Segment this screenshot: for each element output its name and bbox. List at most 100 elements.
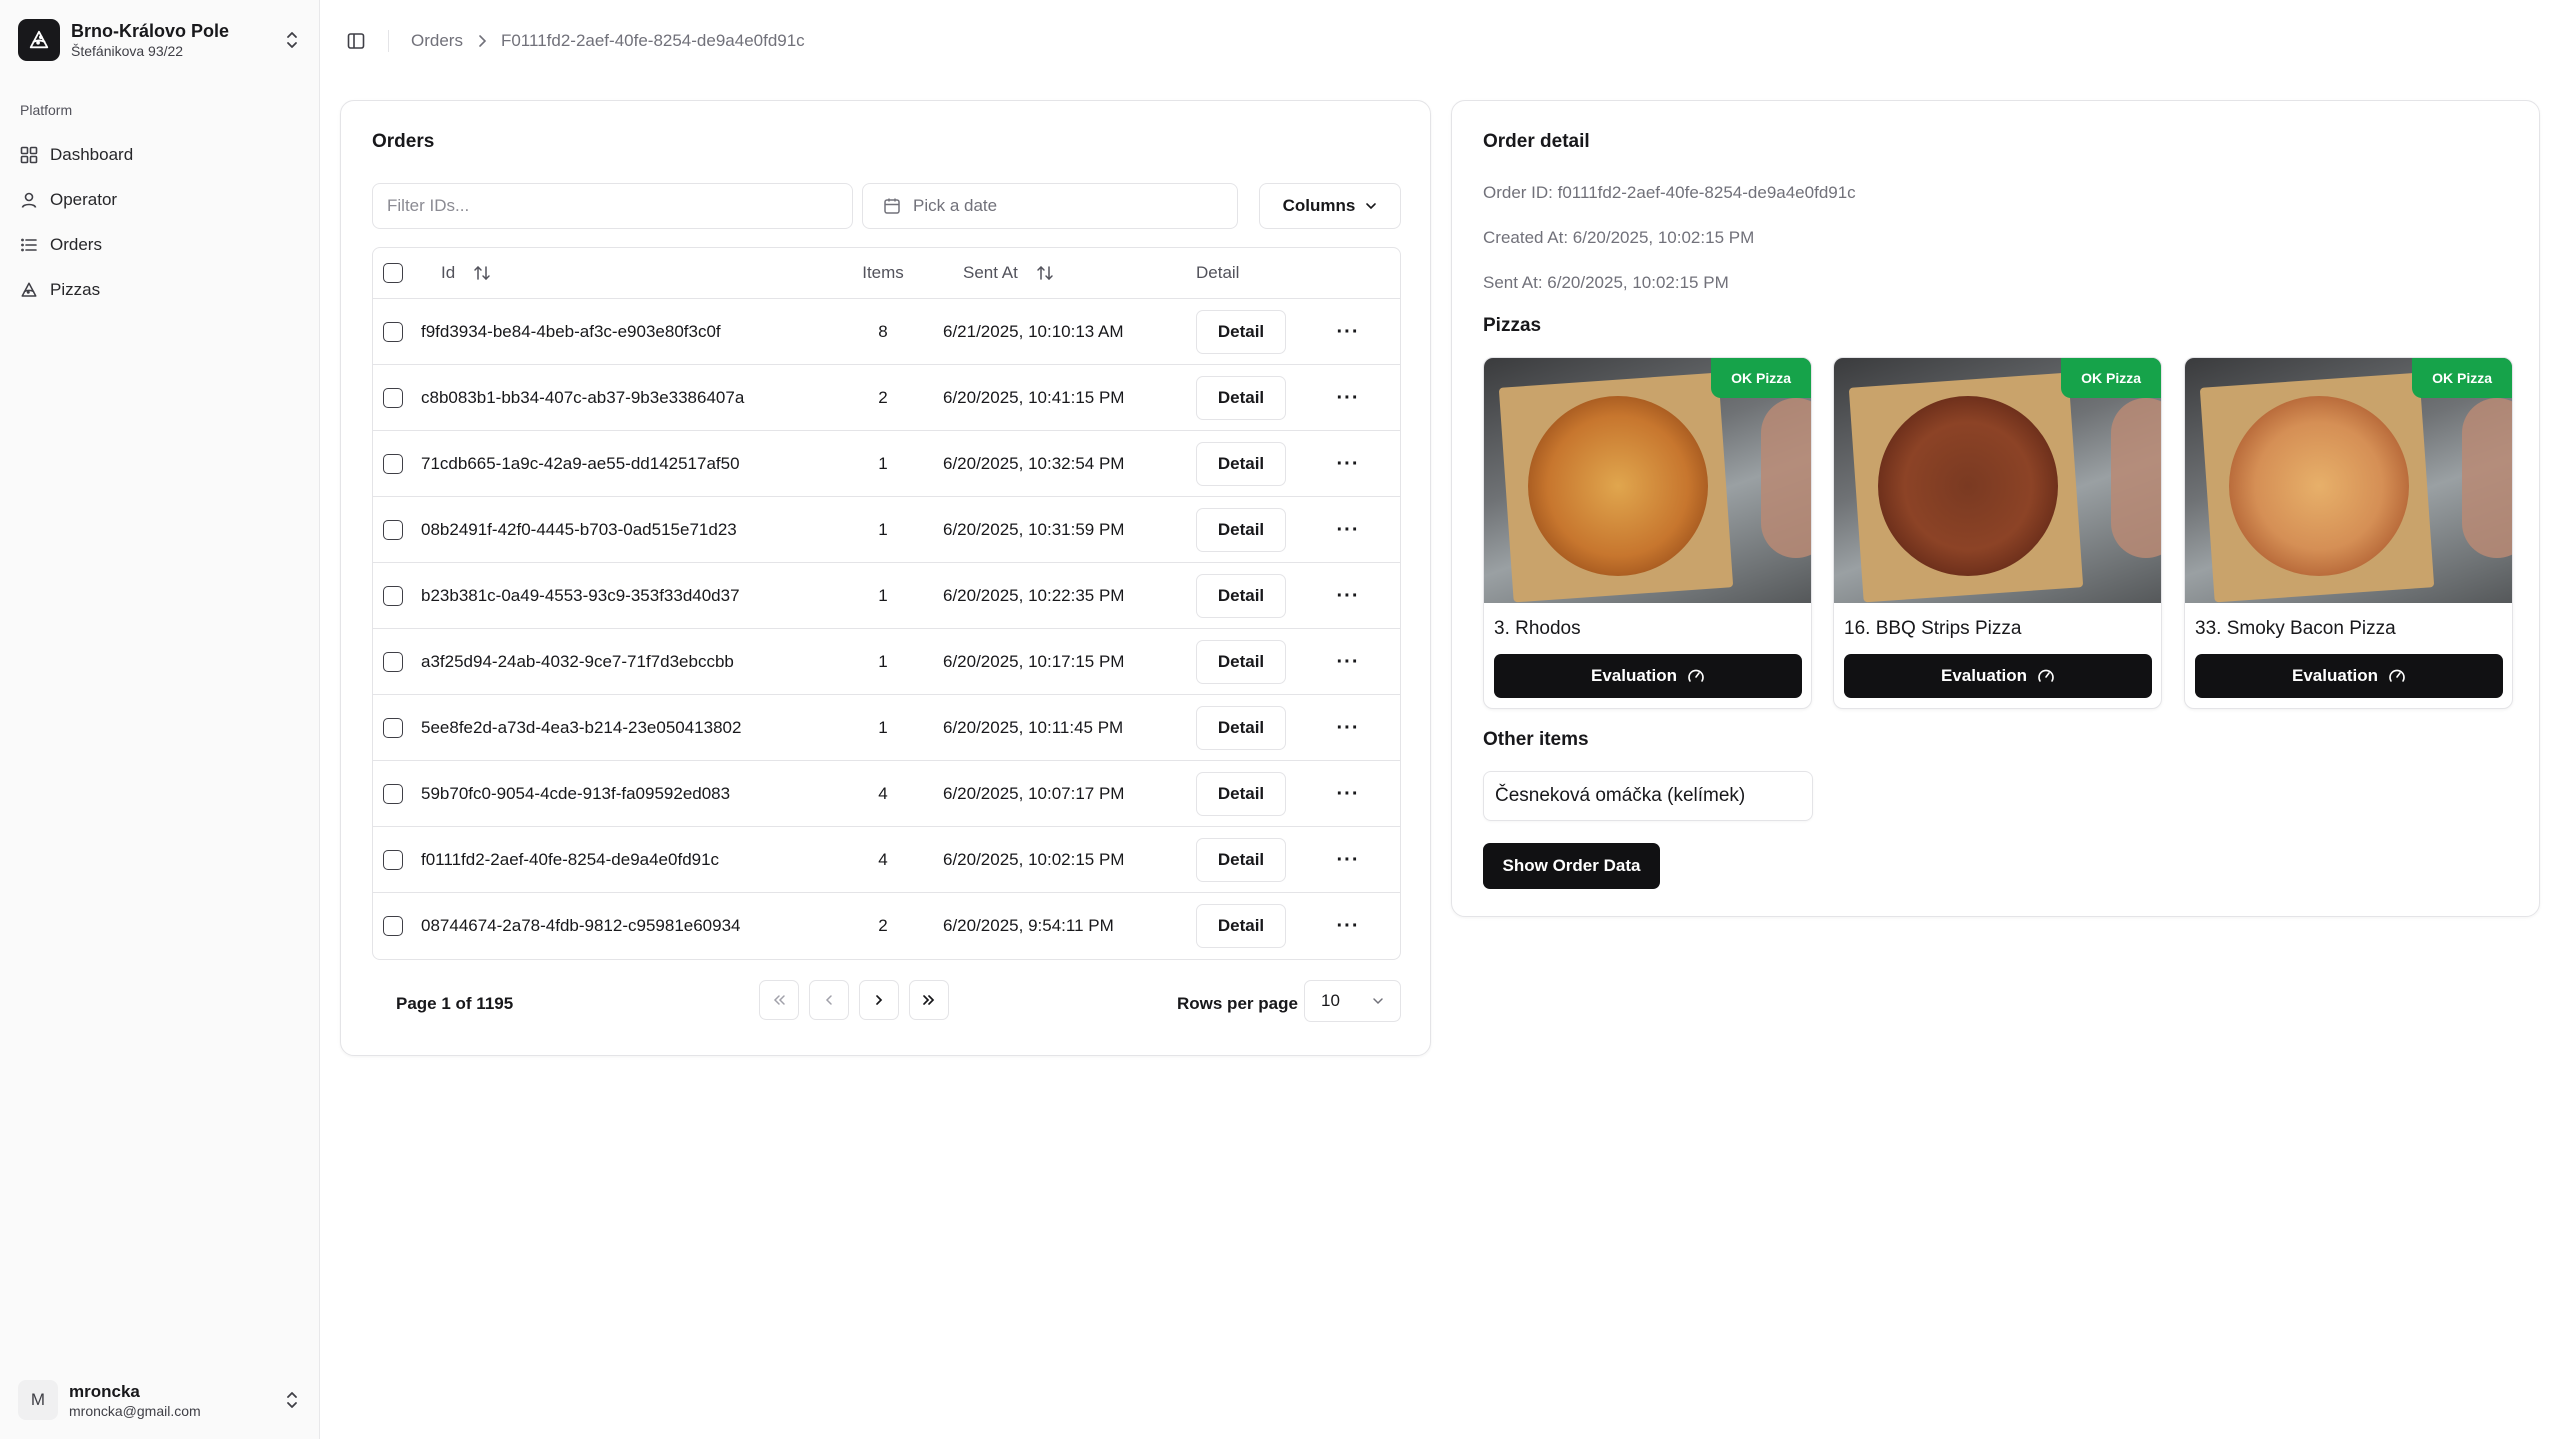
detail-button[interactable]: Detail — [1196, 441, 1286, 486]
items-cell: 1 — [878, 519, 888, 539]
pizza-photo[interactable]: OK Pizza — [2185, 358, 2512, 603]
show-order-data-button[interactable]: Show Order Data — [1483, 843, 1660, 889]
columns-button[interactable]: Columns — [1259, 183, 1401, 229]
row-checkbox[interactable] — [383, 387, 403, 408]
rows-per-page-select[interactable]: 10 — [1304, 980, 1401, 1022]
chevrons-up-down-icon — [282, 26, 302, 54]
items-cell: 8 — [878, 321, 888, 341]
order-id-cell: a3f25d94-24ab-4032-9ce7-71f7d3ebccbb — [421, 651, 734, 671]
more-actions-icon[interactable]: ··· — [1337, 388, 1360, 408]
user-menu[interactable]: M mroncka mroncka@gmail.com — [18, 1378, 302, 1422]
detail-button[interactable]: Detail — [1196, 507, 1286, 552]
last-page-button[interactable] — [909, 980, 949, 1020]
table-row: a3f25d94-24ab-4032-9ce7-71f7d3ebccbb 1 6… — [373, 629, 1400, 695]
date-picker-button[interactable]: Pick a date — [862, 183, 1238, 229]
detail-button[interactable]: Detail — [1196, 705, 1286, 750]
sidebar-item-operator[interactable]: Operator — [12, 177, 308, 222]
row-checkbox[interactable] — [383, 916, 403, 936]
header-sent-at: Sent At — [963, 263, 1018, 282]
detail-button[interactable]: Detail — [1196, 639, 1286, 684]
topbar: Orders F0111fd2-2aef-40fe-8254-de9a4e0fd… — [320, 0, 2559, 82]
pizza-photo[interactable]: OK Pizza — [1834, 358, 2161, 603]
chevron-left-icon — [825, 995, 832, 1005]
rows-per-page-label: Rows per page — [1177, 994, 1298, 1013]
sidebar-toggle-icon[interactable] — [344, 29, 368, 53]
calendar-icon — [884, 198, 900, 214]
sent-at-cell: 6/20/2025, 10:07:17 PM — [943, 783, 1125, 803]
sidebar-item-orders[interactable]: Orders — [12, 222, 308, 267]
more-actions-icon[interactable]: ··· — [1337, 916, 1360, 936]
order-id-cell: f9fd3934-be84-4beb-af3c-e903e80f3c0f — [421, 321, 721, 341]
table-row: 59b70fc0-9054-4cde-913f-fa09592ed083 4 6… — [373, 761, 1400, 827]
pizza-card: OK Pizza 3. Rhodos Evaluation — [1483, 357, 1812, 709]
more-actions-icon[interactable]: ··· — [1337, 718, 1360, 738]
items-cell: 4 — [878, 849, 888, 869]
more-actions-icon[interactable]: ··· — [1337, 784, 1360, 804]
status-badge: OK Pizza — [1711, 358, 1811, 398]
detail-button[interactable]: Detail — [1196, 573, 1286, 618]
row-checkbox[interactable] — [383, 321, 403, 342]
orders-table: Id Items Sent At Detail f9fd3934-be84-4b… — [372, 247, 1401, 960]
detail-button[interactable]: Detail — [1196, 771, 1286, 816]
more-actions-icon[interactable]: ··· — [1337, 586, 1360, 606]
detail-button[interactable]: Detail — [1196, 309, 1286, 354]
row-checkbox[interactable] — [383, 651, 403, 672]
more-actions-icon[interactable]: ··· — [1337, 652, 1360, 672]
detail-button[interactable]: Detail — [1196, 904, 1286, 948]
more-actions-icon[interactable]: ··· — [1337, 520, 1360, 540]
row-checkbox[interactable] — [383, 453, 403, 474]
previous-page-button[interactable] — [809, 980, 849, 1020]
rows-per-page-value: 10 — [1321, 991, 1340, 1010]
sent-at-cell: 6/20/2025, 10:11:45 PM — [943, 717, 1124, 737]
sent-at-cell: 6/20/2025, 10:31:59 PM — [943, 519, 1125, 539]
detail-button[interactable]: Detail — [1196, 375, 1286, 420]
sort-icon[interactable] — [473, 265, 491, 281]
table-row: 08744674-2a78-4fdb-9812-c95981e60934 2 6… — [373, 893, 1400, 959]
evaluation-button[interactable]: Evaluation — [2195, 654, 2503, 698]
pizza-photo[interactable]: OK Pizza — [1484, 358, 1811, 603]
table-row: 08b2491f-42f0-4445-b703-0ad515e71d23 1 6… — [373, 497, 1400, 563]
table-row: c8b083b1-bb34-407c-ab37-9b3e3386407a 2 6… — [373, 365, 1400, 431]
gauge-icon — [1688, 669, 1704, 682]
user-icon — [21, 192, 37, 208]
row-checkbox[interactable] — [383, 783, 403, 804]
list-icon — [21, 238, 37, 251]
sidebar-item-dashboard[interactable]: Dashboard — [12, 132, 308, 177]
row-checkbox[interactable] — [383, 519, 403, 540]
sidebar: Brno-Královo Pole Štefánikova 93/22 Plat… — [0, 0, 320, 1439]
nav-group-label: Platform — [20, 102, 73, 118]
pizza-name: 33. Smoky Bacon Pizza — [2195, 618, 2396, 639]
pizza-icon — [21, 282, 37, 297]
evaluation-button[interactable]: Evaluation — [1494, 654, 1802, 698]
sort-icon[interactable] — [1036, 265, 1054, 281]
order-detail-title: Order detail — [1483, 131, 1590, 152]
evaluation-button[interactable]: Evaluation — [1844, 654, 2152, 698]
row-checkbox[interactable] — [383, 717, 403, 738]
sent-at-cell: 6/20/2025, 9:54:11 PM — [943, 916, 1114, 935]
order-id-cell: 59b70fc0-9054-4cde-913f-fa09592ed083 — [421, 783, 731, 803]
sent-at-cell: 6/20/2025, 10:17:15 PM — [943, 651, 1125, 671]
select-all-checkbox[interactable] — [383, 263, 403, 283]
order-id-cell: 5ee8fe2d-a73d-4ea3-b214-23e050413802 — [421, 717, 742, 737]
row-checkbox[interactable] — [383, 849, 403, 870]
header-id: Id — [441, 263, 456, 282]
sent-at-cell: 6/20/2025, 10:41:15 PM — [943, 387, 1125, 407]
breadcrumb-orders[interactable]: Orders — [411, 31, 463, 51]
pizza-logo-icon — [18, 19, 60, 61]
more-actions-icon[interactable]: ··· — [1337, 850, 1360, 870]
more-actions-icon[interactable]: ··· — [1337, 454, 1360, 474]
first-page-button[interactable] — [759, 980, 799, 1020]
org-name: Brno-Královo Pole — [71, 21, 230, 41]
next-page-button[interactable] — [859, 980, 899, 1020]
org-switcher[interactable]: Brno-Královo Pole Štefánikova 93/22 — [18, 18, 302, 62]
filter-ids-input[interactable] — [372, 183, 853, 229]
more-actions-icon[interactable]: ··· — [1337, 322, 1360, 342]
items-cell: 4 — [878, 783, 888, 803]
order-id-cell: c8b083b1-bb34-407c-ab37-9b3e3386407a — [421, 387, 745, 407]
other-item: Česneková omáčka (kelímek) — [1483, 771, 1813, 821]
sidebar-item-pizzas[interactable]: Pizzas — [12, 267, 308, 312]
status-badge: OK Pizza — [2412, 358, 2512, 398]
detail-button[interactable]: Detail — [1196, 837, 1286, 882]
table-row: b23b381c-0a49-4553-93c9-353f33d40d37 1 6… — [373, 563, 1400, 629]
row-checkbox[interactable] — [383, 585, 403, 606]
